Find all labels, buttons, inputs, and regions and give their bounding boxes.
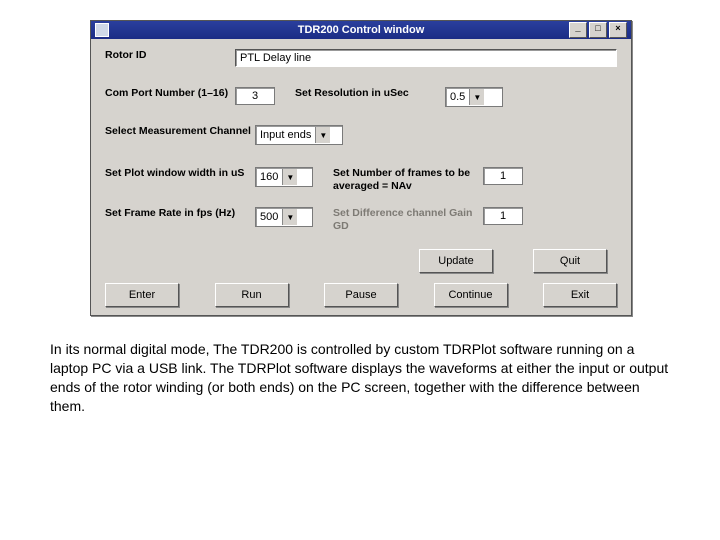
- chevron-down-icon: ▼: [282, 169, 297, 185]
- exit-button[interactable]: Exit: [543, 283, 617, 307]
- resolution-label: Set Resolution in uSec: [295, 87, 445, 100]
- resolution-value: 0.5: [446, 91, 469, 103]
- plot-width-value: 160: [256, 171, 282, 183]
- titlebar: TDR200 Control window _ □ ×: [91, 21, 631, 39]
- channel-value: Input ends: [256, 129, 315, 141]
- update-button[interactable]: Update: [419, 249, 493, 273]
- minimize-button[interactable]: _: [569, 22, 587, 38]
- com-port-label: Com Port Number (1–16): [105, 87, 235, 100]
- system-icon: [95, 23, 109, 37]
- pause-button[interactable]: Pause: [324, 283, 398, 307]
- channel-select[interactable]: Input ends ▼: [255, 125, 343, 145]
- frames-avg-label: Set Number of frames to be averaged = NA…: [333, 167, 483, 193]
- frame-rate-label: Set Frame Rate in fps (Hz): [105, 207, 255, 220]
- caption-text: In its normal digital mode, The TDR200 i…: [50, 340, 670, 416]
- run-button[interactable]: Run: [215, 283, 289, 307]
- close-button[interactable]: ×: [609, 22, 627, 38]
- plot-width-label: Set Plot window width in uS: [105, 167, 255, 180]
- rotor-id-input[interactable]: [235, 49, 617, 67]
- channel-label: Select Measurement Channel: [105, 125, 255, 138]
- chevron-down-icon: ▼: [315, 127, 330, 143]
- frame-rate-value: 500: [256, 211, 282, 223]
- quit-button[interactable]: Quit: [533, 249, 607, 273]
- diff-gain-input[interactable]: [483, 207, 523, 225]
- chevron-down-icon: ▼: [469, 89, 484, 105]
- com-port-input[interactable]: [235, 87, 275, 105]
- control-window: TDR200 Control window _ □ × Rotor ID Com…: [90, 20, 632, 316]
- continue-button[interactable]: Continue: [434, 283, 508, 307]
- diff-gain-label: Set Difference channel Gain GD: [333, 207, 483, 233]
- frame-rate-select[interactable]: 500 ▼: [255, 207, 313, 227]
- chevron-down-icon: ▼: [282, 209, 297, 225]
- maximize-button[interactable]: □: [589, 22, 607, 38]
- window-title: TDR200 Control window: [91, 24, 631, 36]
- plot-width-select[interactable]: 160 ▼: [255, 167, 313, 187]
- enter-button[interactable]: Enter: [105, 283, 179, 307]
- frames-avg-input[interactable]: [483, 167, 523, 185]
- rotor-id-label: Rotor ID: [105, 49, 235, 62]
- resolution-select[interactable]: 0.5 ▼: [445, 87, 503, 107]
